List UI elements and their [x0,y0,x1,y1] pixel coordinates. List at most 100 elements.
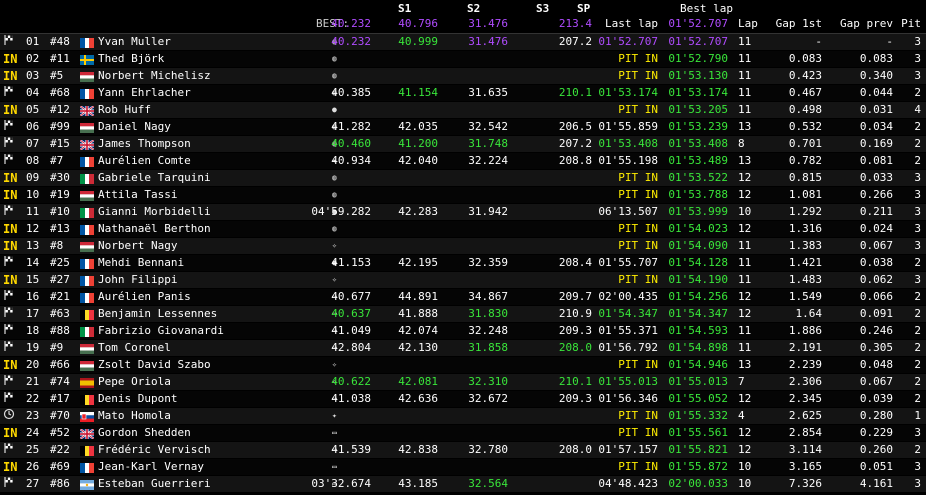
sector3-cell: 32.224 [468,154,508,167]
last-lap-cell: 01'56.792 [598,341,658,354]
table-row[interactable]: 16 #21 Aurélien Panis ▭ 40.677 44.891 34.867 20… [0,289,926,305]
best-lap-cell: 01'52.707 [668,35,728,48]
header-best-lap-top: Best lap [680,2,733,15]
sector3-cell: 32.359 [468,256,508,269]
sector2-cell: 42.130 [398,341,438,354]
table-row[interactable]: 25 #22 Frédéric Vervisch ▭ 41.539 42.838 32.78… [0,442,926,458]
nation-flag-icon [80,479,94,490]
table-row[interactable]: 14 #25 Mehdi Bennani ● 41.153 42.195 32.359 208… [0,255,926,271]
gap-first-cell: 1.383 [788,239,822,252]
speed-cell: 207.2 [558,35,592,48]
table-row[interactable]: 07 #15 James Thompson ◍ 40.460 41.200 31.748 20… [0,136,926,152]
pit-count-cell: 4 [914,103,921,116]
nation-flag-icon [80,462,94,473]
table-row[interactable]: IN 09 #30 Gabriele Tarquini ◍ PIT IN 01'53.522… [0,170,926,186]
driver-name-cell: Norbert Michelisz [98,69,211,82]
driver-name-cell: Gabriele Tarquini [98,171,211,184]
position-cell: 07 [26,137,40,150]
position-cell: 21 [26,375,40,388]
table-row[interactable]: IN 02 #11 Thed Björk ◍ PIT IN 01'52.790 11 0.083… [0,51,926,67]
table-row[interactable]: 11 #10 Gianni Morbidelli ● 04'59.282 42.283 31… [0,204,926,220]
status-icon [3,34,19,51]
nation-flag-icon [80,360,94,371]
header-best-s2: 40.796 [398,17,438,30]
header-gapprev: Gap prev [840,17,893,30]
lap-count-cell: 11 [738,86,752,99]
table-row[interactable]: 18 #88 Fabrizio Giovanardi ▭ 41.049 42.074 32.… [0,323,926,339]
driver-name-cell: Pepe Oriola [98,375,171,388]
table-row[interactable]: 22 #17 Denis Dupont ▭ 41.038 42.636 32.672 209.… [0,391,926,407]
manufacturer-icon: ✧ [332,241,337,250]
manufacturer-icon: ◍ [332,54,337,63]
driver-name-cell: Aurélien Comte [98,154,191,167]
manufacturer-icon: ✧ [332,360,337,369]
sector3-cell: 32.564 [468,477,508,490]
last-lap-cell: 01'52.707 [598,35,658,48]
manufacturer-icon: ● [332,105,337,114]
table-row[interactable]: IN 10 #19 Attila Tassi ◍ PIT IN 01'53.788 12 1.0… [0,187,926,203]
table-row[interactable]: IN 13 #8 Norbert Nagy ✧ PIT IN 01'54.090 11 1.38… [0,238,926,254]
table-row[interactable]: 27 #86 Esteban Guerrieri ▭ 03'32.674 43.185 32… [0,476,926,492]
table-row[interactable]: IN 05 #12 Rob Huff ● PIT IN 01'53.205 11 0.498 0.… [0,102,926,118]
position-cell: 11 [26,205,40,218]
gap-prev-cell: 0.260 [859,443,893,456]
table-row[interactable]: 01 #48 Yvan Muller ◍ 40.232 40.999 31.476 207.2… [0,34,926,50]
best-lap-cell: 02'00.033 [668,477,728,490]
status-icon [3,323,19,340]
gap-first-cell: 0.782 [788,154,822,167]
car-number-cell: #13 [50,222,70,235]
gap-prev-cell: 0.229 [859,426,893,439]
driver-name-cell: Yvan Muller [98,35,171,48]
driver-name-cell: Attila Tassi [98,188,178,201]
status-icon [3,306,19,323]
table-row[interactable]: IN 20 #66 Zsolt David Szabo ✧ PIT IN 01'54.946… [0,357,926,373]
table-row[interactable]: 06 #99 Daniel Nagy ◍ 41.282 42.035 32.542 206.5… [0,119,926,135]
best-lap-cell: 01'54.256 [668,290,728,303]
table-row[interactable]: 19 #9 Tom Coronel ▭ 42.804 42.130 31.858 208.0 0… [0,340,926,356]
table-row[interactable]: IN 26 #69 Jean-Karl Vernay ▭ PIT IN 01'55.872 1… [0,459,926,475]
header-best-s3: 31.476 [468,17,508,30]
status-icon [3,374,19,391]
table-row[interactable]: IN 15 #27 John Filippi ✧ PIT IN 01'54.190 11 1.4… [0,272,926,288]
gap-prev-cell: 0.081 [859,154,893,167]
gap-prev-cell: 0.031 [859,103,893,116]
table-row[interactable]: 23 #70 Mato Homola ✦ PIT IN 01'55.332 4 2.625 0.… [0,408,926,424]
last-lap-cell: PIT IN [618,188,658,201]
last-lap-cell: PIT IN [618,409,658,422]
table-row[interactable]: IN 24 #52 Gordon Shedden ▭ PIT IN 01'55.561 12 2… [0,425,926,441]
gap-first-cell: 0.467 [788,86,822,99]
gap-first-cell: 2.854 [788,426,822,439]
speed-cell: 210.9 [558,307,592,320]
table-row[interactable]: 08 #7 Aurélien Comte ✦ 40.934 42.040 32.224 208… [0,153,926,169]
position-cell: 20 [26,358,40,371]
car-number-cell: #68 [50,86,70,99]
sector3-cell: 31.476 [468,35,508,48]
gap-first-cell: 2.306 [788,375,822,388]
nation-flag-icon [80,37,94,48]
table-row[interactable]: 17 #63 Benjamin Lessennes ▭ 40.637 41.888 31.8… [0,306,926,322]
table-row[interactable]: 21 #74 Pepe Oriola ✧ 40.622 42.081 32.310 210.1… [0,374,926,390]
gap-prev-cell: 0.246 [859,324,893,337]
position-cell: 05 [26,103,40,116]
speed-cell: 208.8 [558,154,592,167]
table-row[interactable]: 04 #68 Yann Ehrlacher ◍ 40.385 41.154 31.635 21… [0,85,926,101]
best-lap-cell: 01'55.561 [668,426,728,439]
sector2-cell: 42.838 [398,443,438,456]
speed-cell: 210.1 [558,375,592,388]
manufacturer-icon: ◍ [332,190,337,199]
gap-first-cell: 2.239 [788,358,822,371]
table-row[interactable]: IN 03 #5 Norbert Michelisz ◍ PIT IN 01'53.130 1… [0,68,926,84]
table-row[interactable]: IN 12 #13 Nathanaël Berthon ◍ PIT IN 01'54.023… [0,221,926,237]
nation-flag-icon [80,326,94,337]
gap-prev-cell: 0.038 [859,256,893,269]
last-lap-cell: PIT IN [618,273,658,286]
position-cell: 01 [26,35,40,48]
lap-count-cell: 11 [738,273,752,286]
gap-prev-cell: 0.083 [859,52,893,65]
manufacturer-icon: ✦ [332,411,337,420]
best-lap-cell: 01'53.239 [668,120,728,133]
nation-flag-icon [80,292,94,303]
sector3-cell: 34.867 [468,290,508,303]
last-lap-cell: 06'13.507 [598,205,658,218]
gap-first-cell: 0.423 [788,69,822,82]
